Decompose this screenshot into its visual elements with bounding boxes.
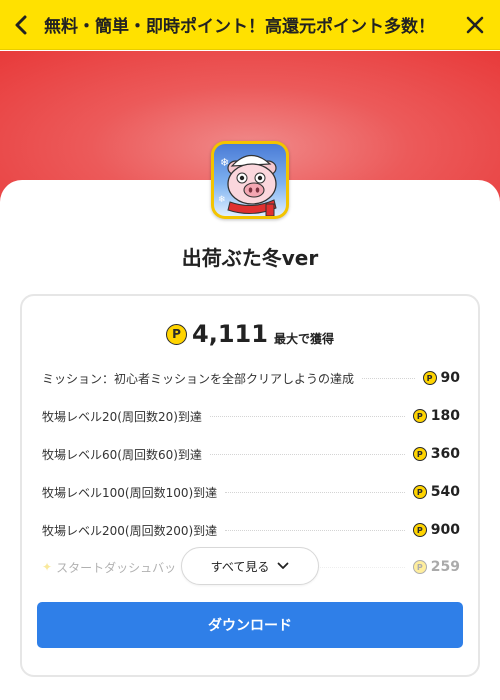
close-button[interactable] [450,0,500,50]
leader-dots [225,491,405,493]
close-icon [466,16,484,33]
points-card: P 4,111 最大で獲得 ミッション：初心者ミッションを全部クリアしようの達成… [20,294,480,677]
leader-dots [362,377,415,379]
mission-points: 360 [430,446,460,462]
chevron-left-icon [15,15,27,34]
chevron-down-icon [277,562,289,569]
mission-row: 牧場レベル200(周回数200)到達 P 900 [42,520,460,540]
mission-label: 牧場レベル100(周回数100)到達 [42,485,218,500]
total-points-value: 4,111 [192,320,268,348]
mission-label: スタートダッシュバッ [56,560,177,575]
point-coin-icon: P [412,523,427,537]
see-all-label: すべて見る [210,559,270,574]
top-bar: 無料・簡単・即時ポイント！高還元ポイント多数！ [0,0,500,50]
mission-label: 牧場レベル60(周回数60)到達 [42,447,202,462]
download-label: ダウンロード [208,618,292,634]
mission-row: ミッション：初心者ミッションを全部クリアしようの達成 P 90 [42,368,460,388]
total-points: P 4,111 最大で獲得 [22,320,478,348]
mission-points: 90 [440,370,460,386]
leader-dots [225,529,405,531]
sparkle-icon: ✦ [42,560,53,574]
mission-row: 牧場レベル60(周回数60)到達 P 360 [42,444,460,464]
mission-label: 牧場レベル200(周回数200)到達 [42,523,218,538]
mission-points: 540 [430,484,460,500]
leader-dots [209,415,405,417]
point-coin-icon: P [422,371,437,385]
point-coin-icon: P [412,560,427,574]
app-name: 出荷ぶた冬ver [181,246,319,270]
see-all-button[interactable]: すべて見る [181,547,319,585]
mission-row: 牧場レベル100(周回数100)到達 P 540 [42,482,460,502]
point-coin-icon: P [412,447,427,461]
pig-app-icon: ❄ ❄ [211,141,289,219]
mission-points: 259 [430,559,460,575]
total-points-label: 最大で獲得 [273,331,334,346]
mission-points: 180 [430,408,460,424]
download-button[interactable]: ダウンロード [37,602,463,648]
mission-points: 900 [430,522,460,538]
mission-row: 牧場レベル20(周回数20)到達 P 180 [42,406,460,426]
point-coin-icon: P [412,409,427,423]
back-button[interactable] [0,0,44,50]
leader-dots [209,453,405,455]
page-title: 無料・簡単・即時ポイント！高還元ポイント多数！ [44,17,435,37]
point-coin-icon: P [412,485,427,499]
mission-label: 牧場レベル20(周回数20)到達 [42,409,202,424]
mission-label: ミッション：初心者ミッションを全部クリアしようの達成 [42,371,355,386]
point-coin-icon: P [166,323,188,345]
svg-text:❄: ❄ [218,195,226,205]
